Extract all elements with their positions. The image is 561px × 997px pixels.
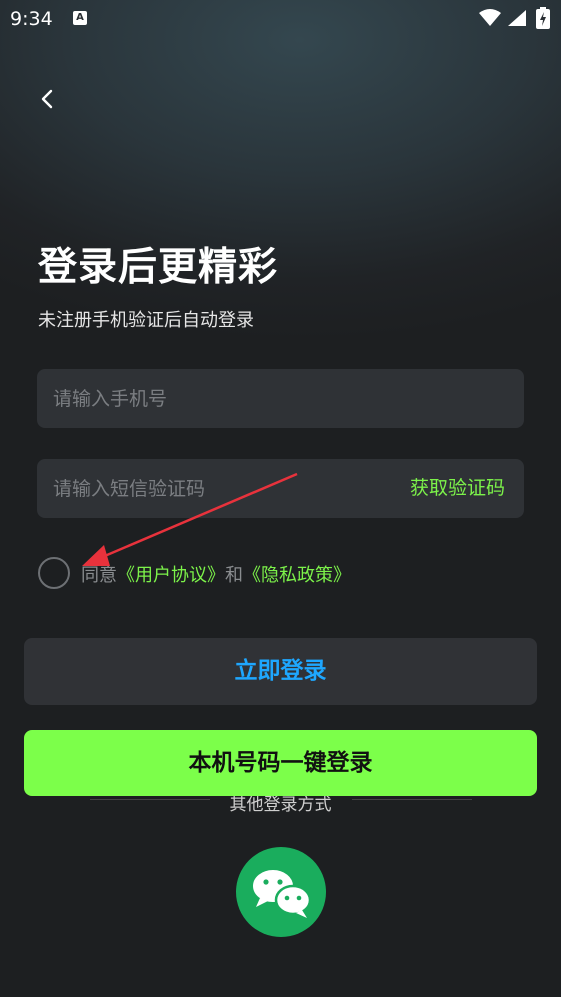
agreement-text: 同意《用户协议》和《隐私政策》 <box>81 561 351 587</box>
wechat-icon <box>251 868 312 918</box>
privacy-policy-link[interactable]: 《隐私政策》 <box>243 565 351 586</box>
notification-icon: A <box>73 11 87 25</box>
page-subtitle: 未注册手机验证后自动登录 <box>38 310 254 331</box>
signal-icon <box>508 10 526 26</box>
agreement-and: 和 <box>225 565 243 586</box>
battery-icon <box>536 7 550 29</box>
wifi-icon <box>479 9 501 26</box>
status-time: 9:34 <box>10 8 53 30</box>
back-button[interactable] <box>32 83 64 115</box>
phone-field <box>37 369 524 428</box>
chevron-left-icon <box>41 89 53 109</box>
wechat-login-button[interactable] <box>236 847 326 937</box>
one-key-login-button[interactable]: 本机号码一键登录 <box>24 730 537 796</box>
sms-code-field: 获取验证码 <box>37 459 524 518</box>
get-code-button[interactable]: 获取验证码 <box>410 459 505 518</box>
user-agreement-link[interactable]: 《用户协议》 <box>117 565 225 586</box>
status-bar: 9:34 A <box>0 0 561 40</box>
agreement-checkbox[interactable] <box>38 557 70 589</box>
agreement-prefix: 同意 <box>81 565 117 586</box>
sms-code-input[interactable] <box>53 459 383 518</box>
page-title: 登录后更精彩 <box>38 245 279 290</box>
phone-input[interactable] <box>53 369 383 428</box>
login-button[interactable]: 立即登录 <box>24 638 537 705</box>
